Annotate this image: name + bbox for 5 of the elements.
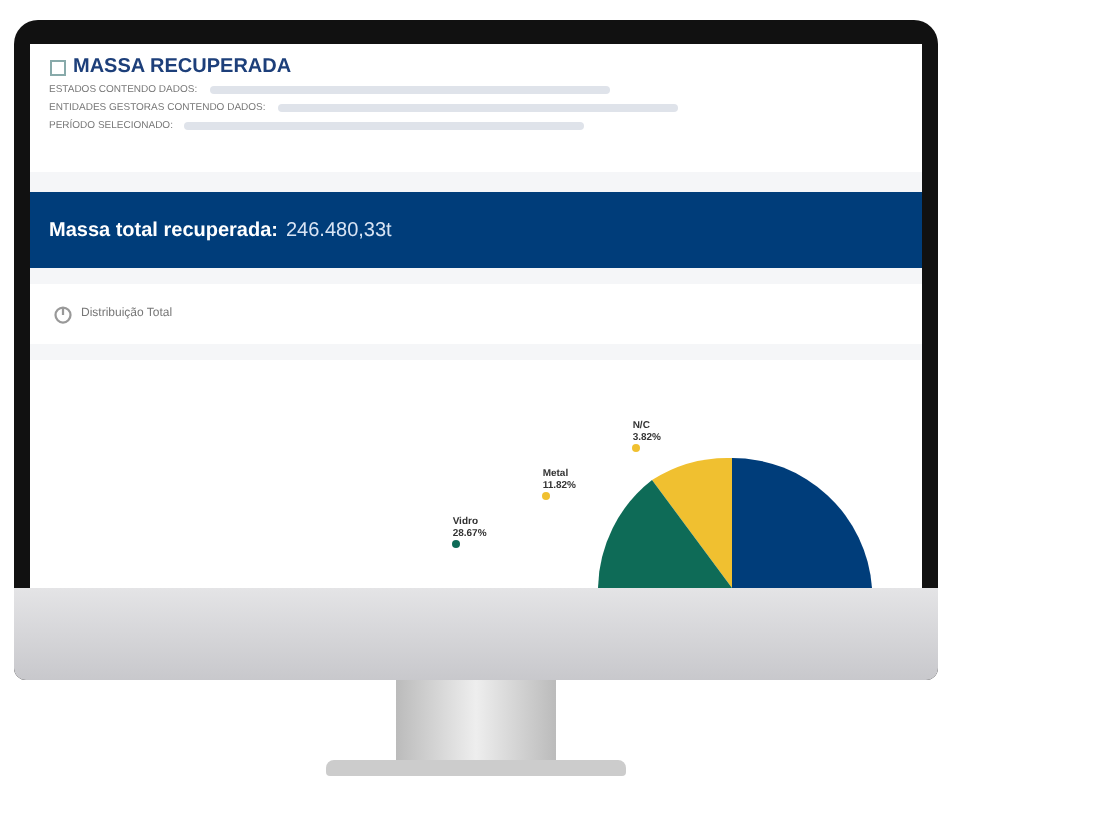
page-title: MASSA RECUPERADA xyxy=(73,56,292,78)
pie-icon xyxy=(53,305,71,323)
chart-icon xyxy=(49,59,65,75)
total-label: Massa total recuperada: xyxy=(49,219,278,241)
total-value: 246.480,33t xyxy=(286,219,392,241)
